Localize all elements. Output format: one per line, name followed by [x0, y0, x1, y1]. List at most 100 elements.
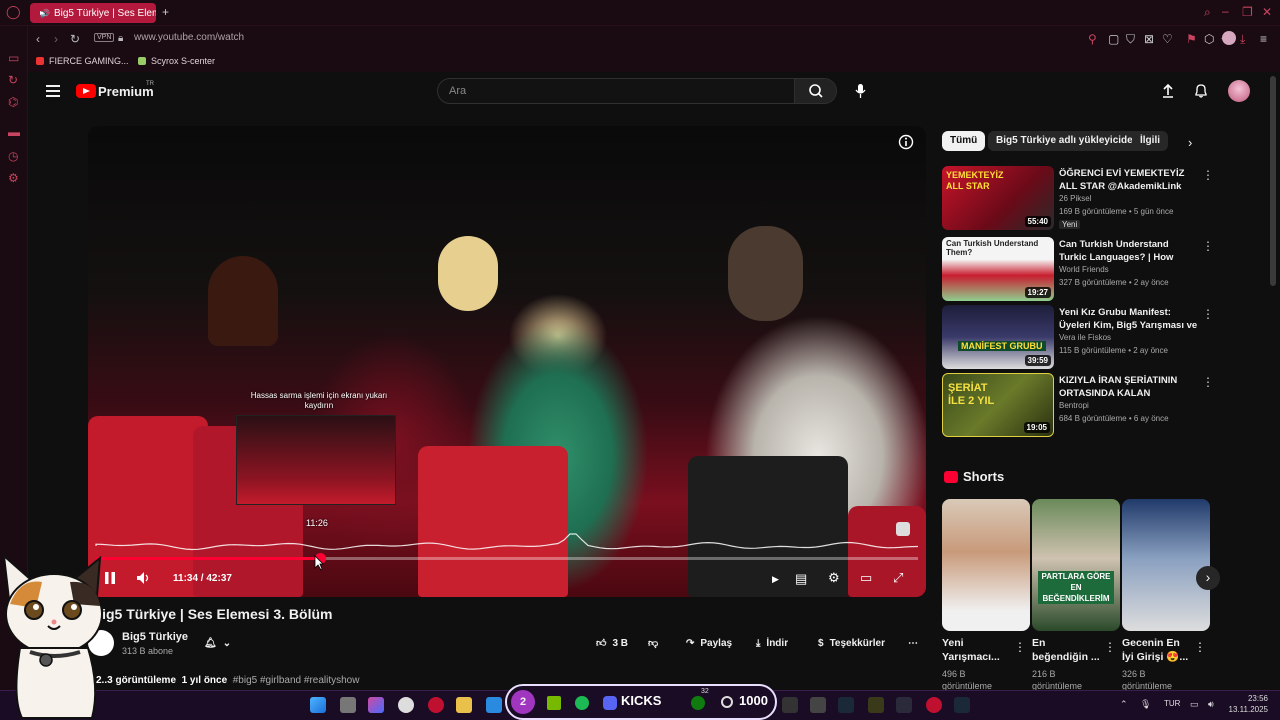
snapshot-icon[interactable]: ⚲ [1088, 33, 1097, 45]
app-icon[interactable] [368, 697, 384, 713]
description-box[interactable]: 2..3 görüntüleme 1 yıl önce #big5 #girlb… [96, 675, 359, 686]
heart-icon[interactable]: ♡ [1162, 33, 1173, 45]
microphone-icon[interactable] [854, 83, 868, 99]
nvidia-icon[interactable] [547, 696, 561, 710]
bookmark-marker-icon[interactable] [896, 522, 910, 536]
save-icon[interactable]: ⊠ [1144, 33, 1154, 45]
forward-icon[interactable]: › [54, 33, 58, 45]
fullscreen-icon[interactable]: ⤢ [893, 571, 903, 584]
download-button[interactable]: ⤓ İndir [756, 636, 788, 650]
url-field[interactable]: www.youtube.com/watch [134, 32, 244, 43]
more-options-icon[interactable]: ⋮ [1104, 640, 1116, 654]
gaming-icon[interactable]: ▭ [8, 52, 19, 64]
reload-icon[interactable]: ↻ [70, 33, 80, 45]
minimize-icon[interactable]: – [1222, 5, 1229, 17]
youtube-logo-icon[interactable] [76, 84, 96, 98]
app-icon[interactable] [782, 697, 798, 713]
short-thumbnail[interactable]: PARTLARA GÖRE EN BEĞENDİKLERİM [1032, 499, 1120, 631]
progress-bar[interactable] [96, 553, 918, 564]
xbox-icon[interactable] [691, 696, 705, 710]
recommendation-title[interactable]: ÖĞRENCİ EVİ YEMEKTEYİZ ALL STAR @Akademi… [1059, 167, 1199, 193]
recommendation-thumbnail[interactable]: Can Turkish Understand Them? 19:27 [942, 237, 1054, 301]
recommendation-channel[interactable]: Bentropi [1059, 401, 1089, 410]
hashtags[interactable]: #big5 #girlband #realityshow [233, 675, 360, 686]
recommendation-channel[interactable]: Vera ile Fiskos [1059, 333, 1111, 342]
speaker-tray-icon[interactable]: 🔊︎ [1208, 699, 1214, 710]
autoplay-icon[interactable]: ▶ [772, 573, 779, 586]
shield-icon[interactable]: ⛉ [1126, 33, 1135, 45]
active-tab[interactable]: 🔊 Big5 Türkiye | Ses Elemesi 3. Bölüm [30, 3, 156, 23]
spotify-icon[interactable] [575, 696, 589, 710]
ring-icon[interactable] [721, 696, 733, 708]
short-thumbnail[interactable] [1122, 499, 1210, 631]
download-icon[interactable]: ⤓ [1240, 33, 1245, 45]
short-thumbnail[interactable] [942, 499, 1030, 631]
shorts-next-icon[interactable]: › [1196, 566, 1220, 590]
chip-related[interactable]: İlgili [1132, 131, 1168, 151]
chip-uploader[interactable]: Big5 Türkiye adlı yükleyiciden [988, 131, 1147, 151]
video-player[interactable] [88, 126, 926, 597]
recommendation-item[interactable]: ŞERİAT İLE 2 YIL 19:05 KIZIYLA İRAN ŞERİ… [942, 373, 1214, 437]
more-options-icon[interactable]: ⋮ [1014, 640, 1026, 654]
recommendation-thumbnail[interactable]: ŞERİAT İLE 2 YIL 19:05 [942, 373, 1054, 437]
file-explorer-icon[interactable] [456, 697, 472, 713]
dislike-button[interactable]: 👎︎ [648, 636, 658, 650]
close-icon[interactable]: ✕ [1262, 6, 1272, 18]
settings-icon[interactable]: ⚙ [8, 172, 19, 184]
opera-taskbar-icon[interactable] [428, 697, 444, 713]
history-icon[interactable]: ↻ [8, 74, 18, 86]
vpn-app-icon[interactable] [896, 697, 912, 713]
recommendation-channel[interactable]: World Friends [1059, 265, 1109, 274]
upload-icon[interactable] [1161, 83, 1175, 99]
user-avatar[interactable] [1228, 80, 1250, 102]
lock-icon[interactable]: 🔒︎ [118, 33, 123, 45]
crop-icon[interactable]: ▢ [1108, 33, 1119, 45]
channel-name[interactable]: Big5 Türkiye [122, 631, 188, 643]
recommendation-item[interactable]: YEMEKTEYİZ ALL STAR 55:40 ÖĞRENCİ EVİ YE… [942, 166, 1214, 230]
search-button[interactable] [794, 79, 836, 103]
search-box[interactable]: Ara [437, 78, 837, 104]
steam-tray-icon[interactable] [954, 697, 970, 713]
settings-gear-icon[interactable]: ⚙ [828, 571, 840, 584]
ai-icon[interactable]: ⌬ [8, 96, 18, 108]
like-button[interactable]: 👍︎ 3 B [596, 636, 628, 650]
steam-icon[interactable] [838, 697, 854, 713]
opera-logo-icon[interactable]: ◯ [6, 5, 21, 18]
recommendation-item[interactable]: Can Turkish Understand Them? 19:27 Can T… [942, 237, 1214, 301]
monitor-icon[interactable]: ▭ [1190, 699, 1199, 710]
short-title[interactable]: Gecenin En İyi Girişi 😍... [1122, 636, 1192, 664]
more-actions-icon[interactable]: ⋯ [908, 636, 918, 650]
share-button[interactable]: ↷ Paylaş [686, 636, 732, 650]
app-icon[interactable] [926, 697, 942, 713]
profile-avatar[interactable] [1222, 31, 1236, 45]
clock-icon[interactable]: ◷ [8, 150, 18, 162]
gaming-overlay-pill[interactable]: 2 KICKS 32 1000 [505, 684, 777, 720]
volume-icon[interactable] [136, 571, 152, 585]
discord-icon[interactable] [603, 696, 617, 710]
more-options-icon[interactable]: ⋮ [1202, 307, 1214, 321]
recommendation-thumbnail[interactable]: MANİFEST GRUBU 39:59 [942, 305, 1054, 369]
vpn-badge[interactable]: VPN [94, 33, 115, 42]
search-tabs-icon[interactable]: ⌕ [1204, 6, 1211, 18]
recommendation-title[interactable]: Can Turkish Understand Turkic Languages?… [1059, 238, 1199, 264]
short-title[interactable]: En beğendiğin ... [1032, 636, 1102, 664]
subtitles-icon[interactable]: ▤ [795, 572, 807, 585]
short-title[interactable]: Yeni Yarışmacı... [942, 636, 1012, 664]
wallet-icon[interactable]: ▬ [8, 126, 20, 138]
menu-icon[interactable]: ≡ [1260, 33, 1267, 45]
tray-mic-icon[interactable]: 🎙︎ [1140, 699, 1151, 710]
more-options-icon[interactable]: ⋮ [1202, 168, 1214, 182]
recommendation-title[interactable]: Yeni Kız Grubu Manifest: Üyeleri Kim, Bi… [1059, 306, 1199, 332]
new-tab-button[interactable]: + [162, 6, 169, 18]
recommendation-thumbnail[interactable]: YEMEKTEYİZ ALL STAR 55:40 [942, 166, 1054, 230]
back-icon[interactable]: ‹ [36, 33, 40, 45]
app-icon[interactable] [868, 697, 884, 713]
bookmark-fierce-gaming[interactable]: FIERCE GAMING... [36, 56, 129, 66]
page-scrollbar[interactable] [1270, 76, 1276, 286]
thanks-button[interactable]: $ Teşekkürler [818, 636, 885, 650]
more-options-icon[interactable]: ⋮ [1194, 640, 1206, 654]
search-input[interactable]: Ara [449, 85, 466, 97]
maximize-icon[interactable]: ❐ [1242, 6, 1253, 18]
music-app-icon[interactable] [398, 697, 414, 713]
recommendation-channel[interactable]: 26 Piksel [1059, 194, 1091, 203]
